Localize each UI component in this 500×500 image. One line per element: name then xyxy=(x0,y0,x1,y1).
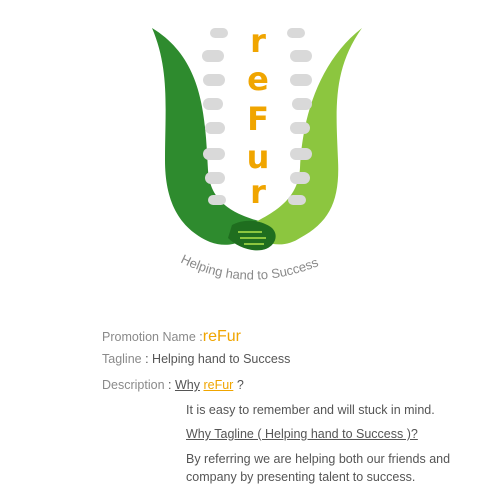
description-answer-2-line-2: company by presenting talent to success. xyxy=(186,470,416,484)
tagline-row: Tagline : Helping hand to Success xyxy=(102,352,291,366)
description-row: Description : Why reFur ? xyxy=(102,378,244,392)
tagline-label: Tagline xyxy=(102,352,142,366)
description-answer-2-line-1: By referring we are helping both our fri… xyxy=(186,452,451,466)
description-label: Description xyxy=(102,378,165,392)
description-answer-1: It is easy to remember and will stuck in… xyxy=(186,403,435,417)
promotion-info: Promotion Name :reFur Tagline : Helping … xyxy=(0,0,500,500)
promotion-name-value: reFur xyxy=(202,328,241,345)
description-question-2: Why Tagline ( Helping hand to Success )? xyxy=(186,427,418,441)
why-brand: reFur xyxy=(203,378,234,392)
why-prefix: Why xyxy=(174,378,200,392)
promotion-name-row: Promotion Name :reFur xyxy=(102,328,241,345)
promotion-name-label: Promotion Name xyxy=(102,330,196,344)
tagline-value: Helping hand to Success xyxy=(152,352,291,366)
